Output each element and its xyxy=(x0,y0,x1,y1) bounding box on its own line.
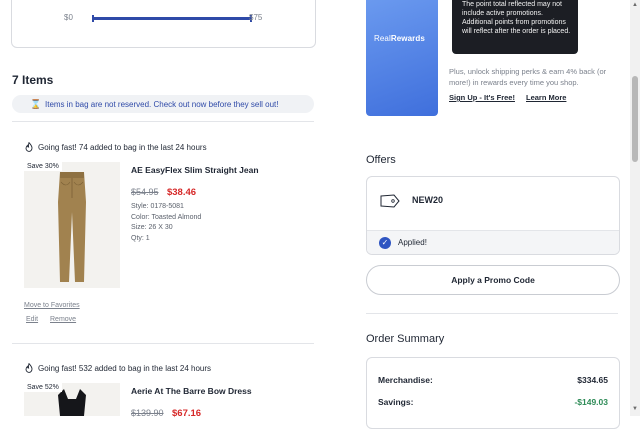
shipping-progress-bar xyxy=(92,15,252,22)
rewards-description: Plus, unlock shipping perks & earn 4% ba… xyxy=(449,67,607,87)
points-tooltip: The point total reflected may not includ… xyxy=(452,0,578,54)
scroll-up-arrow-icon[interactable]: ▲ xyxy=(631,2,639,8)
summary-value: -$149.03 xyxy=(574,397,608,407)
summary-value: $334.65 xyxy=(577,375,608,385)
product-details: Style: 0178-5081 Color: Toasted Almond S… xyxy=(131,202,201,244)
going-fast-text: Going fast! 74 added to bag in the last … xyxy=(38,142,207,152)
page-scrollbar[interactable] xyxy=(630,0,640,416)
rewards-logo-suffix: Rewards xyxy=(390,34,425,43)
product-price: $54.95 $38.46 xyxy=(131,182,196,200)
divider xyxy=(366,313,618,314)
product-qty: Qty: 1 xyxy=(131,234,150,242)
product-name[interactable]: Aerie At The Barre Bow Dress xyxy=(131,386,252,396)
bag-notice-banner: ⌛ Items in bag are not reserved. Check o… xyxy=(12,95,314,113)
move-to-favorites-link[interactable]: Move to Favorites xyxy=(24,302,80,309)
apply-promo-code-button[interactable]: Apply a Promo Code xyxy=(366,265,620,295)
flame-icon xyxy=(25,363,33,373)
progress-max-label: $75 xyxy=(249,13,263,22)
product-name[interactable]: AE EasyFlex Slim Straight Jean xyxy=(131,165,259,175)
scroll-down-arrow-icon[interactable]: ▼ xyxy=(631,406,639,412)
product-color: Color: Toasted Almond xyxy=(131,213,202,221)
check-circle-icon: ✓ xyxy=(379,237,391,249)
signup-link[interactable]: Sign Up - It's Free! xyxy=(449,93,515,102)
shipping-progress-card: $0 $75 xyxy=(11,0,316,48)
sale-price: $38.46 xyxy=(166,187,197,198)
offer-status-bar: ✓ Applied! xyxy=(367,230,619,254)
remove-link[interactable]: Remove xyxy=(50,316,76,323)
learn-more-link[interactable]: Learn More xyxy=(526,93,566,102)
summary-row-savings: Savings: -$149.03 xyxy=(378,397,608,407)
real-rewards-card: RealRewards xyxy=(366,0,438,116)
offer-code: NEW20 xyxy=(412,195,444,205)
rewards-logo-prefix: Real xyxy=(374,34,391,43)
order-summary-title: Order Summary xyxy=(366,333,445,345)
items-count-heading: 7 Items xyxy=(12,73,54,87)
going-fast-alert: Going fast! 532 added to bag in the last… xyxy=(24,363,211,373)
bag-notice-text: Items in bag are not reserved. Check out… xyxy=(45,99,279,109)
save-badge: Save 30% xyxy=(24,162,62,171)
offers-title: Offers xyxy=(366,154,396,166)
order-summary-card: Merchandise: $334.65 Savings: -$149.03 xyxy=(366,357,620,429)
product-price: $139.90 $67.16 xyxy=(131,403,201,421)
scrollbar-thumb[interactable] xyxy=(632,76,638,162)
offer-card: NEW20 ✓ Applied! xyxy=(366,176,620,255)
sale-price: $67.16 xyxy=(172,408,202,419)
progress-min-label: $0 xyxy=(64,13,73,22)
hourglass-icon: ⌛ xyxy=(30,98,42,109)
original-price: $139.90 xyxy=(131,408,164,418)
summary-label: Merchandise: xyxy=(378,375,433,385)
going-fast-text: Going fast! 532 added to bag in the last… xyxy=(38,363,212,373)
real-rewards-logo: RealRewards xyxy=(374,34,425,43)
product-image[interactable]: Save 52% xyxy=(24,383,120,416)
product-size: Size: 26 X 30 xyxy=(131,224,173,231)
summary-label: Savings: xyxy=(378,397,414,407)
divider xyxy=(12,343,314,344)
tag-icon xyxy=(380,194,400,208)
going-fast-alert: Going fast! 74 added to bag in the last … xyxy=(24,142,207,152)
original-price: $54.95 xyxy=(131,187,159,197)
applied-label: Applied! xyxy=(398,238,427,247)
divider xyxy=(12,121,314,122)
save-badge: Save 52% xyxy=(24,383,62,392)
product-image[interactable]: Save 30% xyxy=(24,162,120,288)
edit-link[interactable]: Edit xyxy=(26,316,38,323)
summary-row-merchandise: Merchandise: $334.65 xyxy=(378,375,608,385)
product-style: Style: 0178-5081 xyxy=(131,203,184,210)
flame-icon xyxy=(25,142,33,152)
tooltip-text: The point total reflected may not includ… xyxy=(462,1,571,35)
jeans-image xyxy=(58,172,86,282)
